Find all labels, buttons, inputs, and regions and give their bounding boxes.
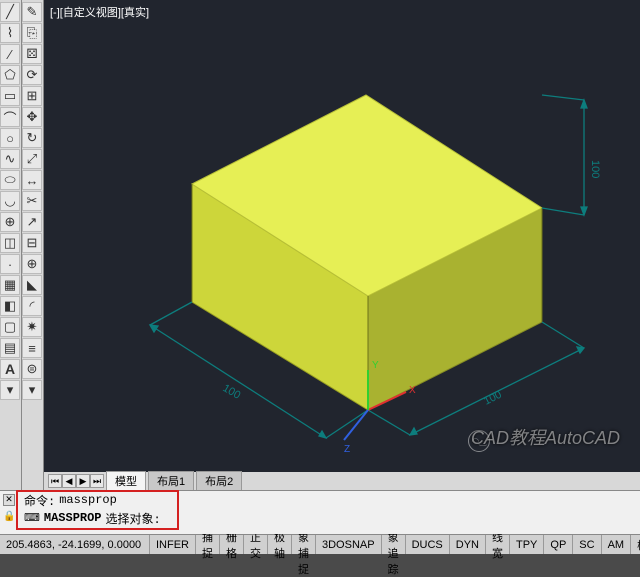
dim-y-label: 100	[482, 389, 504, 408]
command-history-line: 命令: massprop	[0, 491, 640, 509]
tool-copy-icon[interactable]: ⎘	[22, 23, 42, 43]
cube-scene: 100 100 100 X Y Z	[44, 0, 640, 490]
tab-nav-last-icon[interactable]: ⏭	[90, 474, 104, 488]
cmdline-lock-icon[interactable]: 🔒	[3, 511, 15, 523]
command-prompt-line[interactable]: ⌨ MASSPROP 选择对象:	[0, 509, 640, 527]
tool-erase-icon[interactable]: ✎	[22, 2, 42, 22]
tool-rotate-icon[interactable]: ↻	[22, 128, 42, 148]
status-infer[interactable]: INFER	[150, 535, 196, 554]
cmd-text: massprop	[59, 493, 117, 507]
tool-extend-icon[interactable]: ↗	[22, 212, 42, 232]
modify-toolbar: ✎ ⎘ ⚄ ⟳ ⊞ ✥ ↻ ⤢ ↔ ✂ ↗ ⊟ ⊕ ◣ ◜ ✷ ≡ ⊜ ▾	[22, 0, 44, 490]
cmd-prefix: 命令:	[24, 492, 55, 509]
tab-layout2[interactable]: 布局2	[196, 471, 242, 490]
tool-move-icon[interactable]: ✥	[22, 107, 42, 127]
tool-insert-icon[interactable]: ⊕	[0, 212, 20, 232]
draw-toolbar: ╱ ⌇ ∕ ⬠ ▭ ⌒ ○ ∿ ⬭ ◡ ⊕ ◫ · ▦ ◧ ▢ ▤ A ▾	[0, 0, 22, 490]
tool-ellarc-icon[interactable]: ◡	[0, 191, 20, 211]
tab-layout1[interactable]: 布局1	[148, 471, 194, 490]
tool-trim-icon[interactable]: ✂	[22, 191, 42, 211]
status-ducs[interactable]: DUCS	[406, 535, 450, 554]
tool-arc-icon[interactable]: ⌒	[0, 107, 20, 127]
drawing-viewport[interactable]: [-][自定义视图][真实]	[44, 0, 640, 490]
cmdline-close-icon[interactable]: ✕	[3, 494, 15, 506]
svg-text:X: X	[409, 385, 416, 396]
status-grid[interactable]: 栅格	[220, 535, 244, 554]
tool-scale-icon[interactable]: ⤢	[22, 149, 42, 169]
status-lwt[interactable]: 线宽	[486, 535, 510, 554]
tool-table-icon[interactable]: ▤	[0, 338, 20, 358]
status-snap[interactable]: 捕捉	[196, 535, 220, 554]
status-coordinates[interactable]: 205.4863, -24.1699, 0.0000	[0, 535, 150, 554]
status-ortho[interactable]: 正交	[244, 535, 268, 554]
tool-join-icon[interactable]: ⊕	[22, 254, 42, 274]
dim-x-label: 100	[221, 382, 243, 402]
status-dyn[interactable]: DYN	[450, 535, 486, 554]
tool-more-icon[interactable]: ▾	[0, 380, 20, 400]
tool-region-icon[interactable]: ▢	[0, 317, 20, 337]
tool-line-icon[interactable]: ╱	[0, 2, 20, 22]
tool-pline-icon[interactable]: ⌇	[0, 23, 20, 43]
tool-explode-icon[interactable]: ✷	[22, 317, 42, 337]
tool-break-icon[interactable]: ⊟	[22, 233, 42, 253]
tool-ray-icon[interactable]: ∕	[0, 44, 20, 64]
status-qp[interactable]: QP	[544, 535, 573, 554]
svg-text:Z: Z	[344, 444, 350, 455]
tab-nav-first-icon[interactable]: ⏮	[48, 474, 62, 488]
status-am[interactable]: AM	[602, 535, 632, 554]
status-osnap[interactable]: 对象捕捉	[292, 535, 316, 554]
tool-offset-icon[interactable]: ⟳	[22, 65, 42, 85]
status-bar: 205.4863, -24.1699, 0.0000 INFER 捕捉 栅格 正…	[0, 534, 640, 554]
tool-circle-icon[interactable]: ○	[0, 128, 20, 148]
tab-nav-next-icon[interactable]: ▶	[76, 474, 90, 488]
status-sc[interactable]: SC	[573, 535, 601, 554]
tool-stretch-icon[interactable]: ↔	[22, 170, 42, 190]
tool-polygon-icon[interactable]: ⬠	[0, 65, 20, 85]
status-polar[interactable]: 极轴	[268, 535, 292, 554]
tool-block-icon[interactable]: ◫	[0, 233, 20, 253]
tool-ellipse-icon[interactable]: ⬭	[0, 170, 20, 190]
tool-match-icon[interactable]: ⊜	[22, 359, 42, 379]
tool-chamfer-icon[interactable]: ◣	[22, 275, 42, 295]
tool-text-icon[interactable]: A	[0, 359, 20, 379]
tab-model[interactable]: 模型	[106, 471, 146, 490]
status-model[interactable]: 模	[631, 535, 640, 554]
svg-text:Y: Y	[372, 360, 379, 371]
cmd-prompt-text: 选择对象:	[106, 510, 161, 527]
tool-prop-icon[interactable]: ≡	[22, 338, 42, 358]
status-otrack[interactable]: 对象追踪	[382, 535, 406, 554]
tab-nav-prev-icon[interactable]: ◀	[62, 474, 76, 488]
cmd-prompt-name: MASSPROP	[44, 511, 102, 525]
tool-gradient-icon[interactable]: ◧	[0, 296, 20, 316]
tool-rect-icon[interactable]: ▭	[0, 86, 20, 106]
tool-fillet-icon[interactable]: ◜	[22, 296, 42, 316]
status-3dosnap[interactable]: 3DOSNAP	[316, 535, 382, 554]
viewport-label[interactable]: [-][自定义视图][真实]	[50, 4, 149, 20]
command-line-area[interactable]: ✕ 🔒 命令: massprop ⌨ MASSPROP 选择对象:	[0, 490, 640, 534]
tool-m2-icon[interactable]: ▾	[22, 380, 42, 400]
dim-z-label: 100	[589, 160, 601, 178]
tool-point-icon[interactable]: ·	[0, 254, 20, 274]
tool-mirror-icon[interactable]: ⚄	[22, 44, 42, 64]
layout-tabs-bar: ⏮ ◀ ▶ ⏭ 模型 布局1 布局2	[44, 472, 640, 490]
tool-array-icon[interactable]: ⊞	[22, 86, 42, 106]
tool-hatch-icon[interactable]: ▦	[0, 275, 20, 295]
tool-spline-icon[interactable]: ∿	[0, 149, 20, 169]
status-tpy[interactable]: TPY	[510, 535, 544, 554]
